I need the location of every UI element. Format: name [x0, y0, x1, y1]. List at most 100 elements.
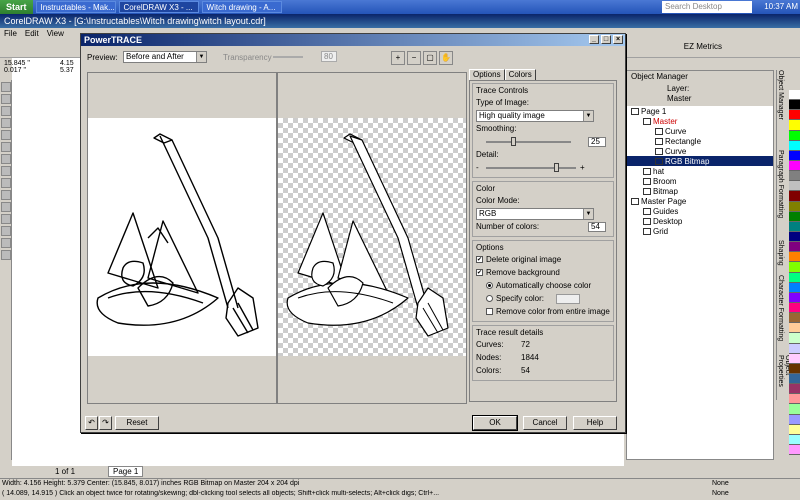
- object-tree-item[interactable]: Curve: [627, 126, 773, 136]
- palette-swatch[interactable]: [789, 252, 800, 263]
- dock-tab-shaping[interactable]: Shaping: [777, 240, 784, 275]
- palette-swatch[interactable]: [789, 313, 800, 324]
- zoom-tool-icon[interactable]: [1, 118, 11, 128]
- palette-swatch[interactable]: [789, 221, 800, 232]
- help-button[interactable]: Help: [573, 416, 617, 430]
- palette-swatch[interactable]: [789, 414, 800, 425]
- palette-swatch[interactable]: [789, 242, 800, 253]
- palette-swatch[interactable]: [789, 373, 800, 385]
- menu-edit[interactable]: Edit: [21, 28, 43, 40]
- object-tree-item[interactable]: Desktop: [627, 216, 773, 226]
- palette-swatch[interactable]: [789, 333, 800, 344]
- object-tree-item[interactable]: Rectangle: [627, 136, 773, 146]
- start-button[interactable]: Start: [0, 0, 33, 14]
- object-tree-item[interactable]: Grid: [627, 226, 773, 236]
- polygon-tool-icon[interactable]: [1, 178, 11, 188]
- ellipse-tool-icon[interactable]: [1, 166, 11, 176]
- ez-metrics-button[interactable]: EZ Metrics: [684, 42, 722, 51]
- smart-fill-tool-icon[interactable]: [1, 142, 11, 152]
- interactive-blend-tool-icon[interactable]: [1, 214, 11, 224]
- shape-tool-icon[interactable]: [1, 94, 11, 104]
- palette-swatch[interactable]: [789, 272, 800, 283]
- tab-colors[interactable]: Colors: [504, 69, 536, 80]
- palette-swatch[interactable]: [789, 434, 800, 445]
- object-tree-item[interactable]: hat: [627, 166, 773, 176]
- object-tree-item[interactable]: Master: [627, 116, 773, 126]
- palette-swatch[interactable]: [789, 323, 800, 334]
- palette-swatch[interactable]: [789, 191, 800, 202]
- object-tree-item[interactable]: Broom: [627, 176, 773, 186]
- transparency-slider[interactable]: [273, 56, 303, 58]
- palette-swatch[interactable]: [789, 262, 800, 273]
- palette-swatch[interactable]: [789, 201, 800, 212]
- number-of-colors-value[interactable]: 54: [588, 221, 606, 232]
- auto-choose-color-radio[interactable]: [486, 282, 493, 289]
- palette-swatch[interactable]: [789, 343, 800, 354]
- palette-swatch[interactable]: [789, 181, 800, 192]
- palette-swatch[interactable]: [789, 110, 800, 121]
- undo-icon[interactable]: ↶: [85, 416, 98, 430]
- preview-select[interactable]: Before and After ▼: [123, 51, 207, 63]
- fit-to-window-icon[interactable]: ▢: [423, 51, 437, 65]
- smoothing-value[interactable]: 25: [588, 136, 606, 147]
- palette-swatch[interactable]: [789, 424, 800, 435]
- maximize-icon[interactable]: □: [601, 35, 611, 44]
- object-tree-item[interactable]: Page 1: [627, 106, 773, 116]
- height-value[interactable]: 5.37: [60, 67, 74, 74]
- palette-swatch[interactable]: [789, 120, 800, 131]
- palette-swatch[interactable]: [789, 404, 800, 415]
- pan-hand-icon[interactable]: ✋: [439, 51, 453, 65]
- ok-button[interactable]: OK: [472, 415, 518, 431]
- dock-tab-object-manager[interactable]: Object Manager: [777, 70, 784, 150]
- close-icon[interactable]: ×: [613, 35, 623, 44]
- object-tree-item[interactable]: Guides: [627, 206, 773, 216]
- basic-shapes-tool-icon[interactable]: [1, 190, 11, 200]
- dock-tab-paragraph-formatting[interactable]: Paragraph Formatting: [777, 150, 784, 240]
- x-coord[interactable]: 15.845 ": [4, 60, 30, 67]
- rectangle-tool-icon[interactable]: [1, 154, 11, 164]
- palette-swatch[interactable]: [789, 444, 800, 456]
- page-tab[interactable]: Page 1: [108, 466, 144, 477]
- remove-entire-checkbox[interactable]: [486, 308, 493, 315]
- object-tree-item[interactable]: Master Page: [627, 196, 773, 206]
- dock-tab-character-formatting[interactable]: Character Formatting: [777, 275, 784, 355]
- taskbar-task-witch-drawing[interactable]: Witch drawing - A...: [201, 1, 282, 13]
- minimize-icon[interactable]: _: [589, 35, 599, 44]
- text-tool-icon[interactable]: [1, 202, 11, 212]
- remove-background-checkbox[interactable]: ✔: [476, 269, 483, 276]
- palette-swatch[interactable]: [789, 394, 800, 405]
- desktop-search-input[interactable]: Search Desktop: [662, 1, 752, 13]
- palette-swatch[interactable]: [789, 292, 800, 303]
- fill-tool-icon[interactable]: [1, 250, 11, 260]
- palette-swatch[interactable]: [789, 282, 800, 293]
- zoom-in-icon[interactable]: +: [391, 51, 405, 65]
- zoom-out-icon[interactable]: −: [407, 51, 421, 65]
- detail-slider-thumb[interactable]: [554, 163, 559, 172]
- palette-swatch[interactable]: [789, 231, 800, 243]
- pick-tool-icon[interactable]: [1, 82, 11, 92]
- type-of-image-select[interactable]: High quality image ▼: [476, 110, 594, 122]
- freehand-tool-icon[interactable]: [1, 130, 11, 140]
- palette-swatch[interactable]: [789, 150, 800, 161]
- delete-original-checkbox[interactable]: ✔: [476, 256, 483, 263]
- palette-swatch[interactable]: [789, 90, 800, 101]
- palette-swatch[interactable]: [789, 363, 800, 374]
- menu-file[interactable]: File: [0, 28, 21, 40]
- detail-slider[interactable]: [486, 167, 576, 169]
- specify-color-picker[interactable]: [556, 293, 580, 304]
- taskbar-task-instructables[interactable]: Instructables - Mak...: [35, 1, 116, 13]
- redo-icon[interactable]: ↷: [99, 416, 112, 430]
- cancel-button[interactable]: Cancel: [523, 416, 567, 430]
- y-coord[interactable]: 0.017 ": [4, 67, 26, 74]
- eyedropper-tool-icon[interactable]: [1, 226, 11, 236]
- palette-swatch[interactable]: [789, 171, 800, 182]
- palette-swatch[interactable]: [789, 100, 800, 111]
- smoothing-slider-thumb[interactable]: [511, 137, 516, 146]
- object-tree-item[interactable]: Curve: [627, 146, 773, 156]
- width-value[interactable]: 4.15: [60, 60, 74, 67]
- after-preview-pane[interactable]: [277, 72, 467, 404]
- palette-swatch[interactable]: [789, 140, 800, 151]
- color-mode-select[interactable]: RGB ▼: [476, 208, 594, 220]
- palette-swatch[interactable]: [789, 302, 800, 314]
- outline-tool-icon[interactable]: [1, 238, 11, 248]
